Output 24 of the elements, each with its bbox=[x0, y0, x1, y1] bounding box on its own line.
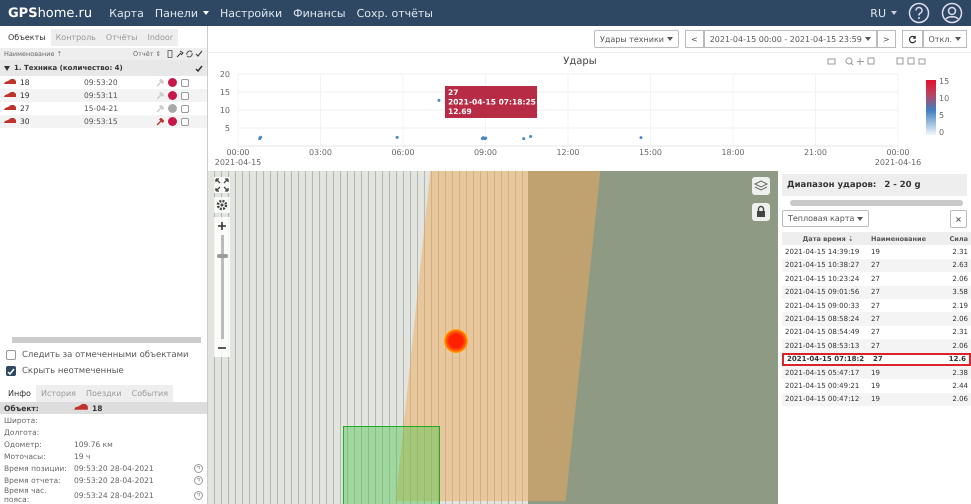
x-tick-label: 00:00 bbox=[226, 148, 250, 157]
y-tick-label: 15 bbox=[220, 88, 230, 97]
x-tick-label: 21:00 bbox=[804, 148, 828, 157]
x-tick-label: 00:00 bbox=[886, 148, 910, 157]
y-tick-label: 10 bbox=[220, 106, 230, 115]
date-label: 2021-04-15 bbox=[214, 158, 262, 167]
y-tick-label: 5 bbox=[224, 124, 230, 133]
color-scale-label: 5 bbox=[939, 111, 944, 120]
x-tick-label: 06:00 bbox=[391, 148, 415, 157]
range-value: 2 - 20 g bbox=[884, 180, 921, 190]
x-tick-label: 09:00 bbox=[474, 148, 498, 157]
y-tick-label: 20 bbox=[220, 70, 230, 79]
x-tick-label: 12:00 bbox=[556, 148, 580, 157]
x-tick-label: 15:00 bbox=[638, 148, 662, 157]
x-tick-label: 03:00 bbox=[308, 148, 332, 157]
checkbox-label: Скрыть неотмеченные bbox=[22, 366, 124, 376]
color-scale-label: 0 bbox=[939, 128, 944, 137]
date-label: 2021-04-16 bbox=[874, 158, 922, 167]
x-tick-label: 18:00 bbox=[721, 148, 745, 157]
range-label: Диапазон ударов: bbox=[787, 180, 876, 190]
color-scale-label: 10 bbox=[939, 94, 950, 103]
chart-title: Удары bbox=[563, 56, 597, 67]
checkbox-label: Следить за отмеченными объектами bbox=[22, 350, 189, 360]
color-scale-label: 15 bbox=[939, 77, 950, 86]
